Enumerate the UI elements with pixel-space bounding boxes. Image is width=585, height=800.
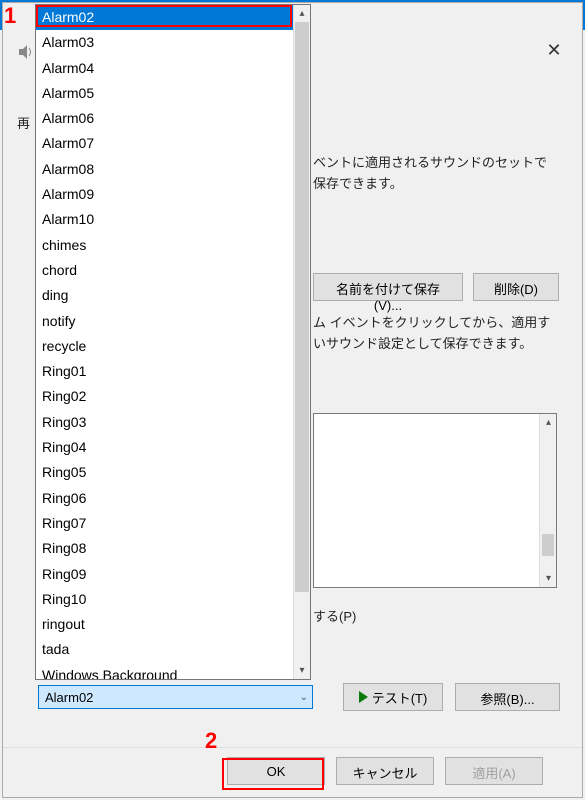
- test-button[interactable]: テスト(T): [343, 683, 443, 711]
- delete-button[interactable]: 削除(D): [473, 273, 559, 301]
- dropdown-item[interactable]: Alarm09: [36, 182, 293, 207]
- desc-line: いサウンド設定として保存できます。: [313, 336, 532, 351]
- scroll-up-icon[interactable]: ▴: [540, 414, 557, 431]
- dropdown-item[interactable]: ringout: [36, 612, 293, 637]
- listbox-scrollbar[interactable]: ▴ ▾: [539, 414, 556, 587]
- scroll-thumb[interactable]: [295, 22, 309, 592]
- dropdown-item[interactable]: Alarm02: [36, 5, 293, 30]
- sound-dropdown[interactable]: Alarm02Alarm03Alarm04Alarm05Alarm06Alarm…: [35, 4, 311, 680]
- sound-combobox[interactable]: Alarm02 ⌄: [38, 685, 313, 709]
- dropdown-item[interactable]: recycle: [36, 334, 293, 359]
- dropdown-item[interactable]: Alarm10: [36, 207, 293, 232]
- dropdown-item[interactable]: Ring05: [36, 460, 293, 485]
- desc-line: 保存できます。: [313, 176, 403, 191]
- desc-line: ム イベントをクリックしてから、適用す: [313, 315, 550, 330]
- play-icon: [359, 691, 368, 703]
- speaker-icon: [17, 43, 35, 61]
- desc-line: ベントに適用されるサウンドのセットで: [313, 155, 547, 170]
- scroll-thumb[interactable]: [542, 534, 554, 556]
- checkbox-label-fragment: する(P): [313, 606, 356, 625]
- dropdown-item[interactable]: Ring03: [36, 410, 293, 435]
- description-text-2: ム イベントをクリックしてから、適用す いサウンド設定として保存できます。: [313, 313, 557, 355]
- annotation-label-2: 2: [205, 728, 217, 754]
- dropdown-item[interactable]: Ring04: [36, 435, 293, 460]
- dropdown-item[interactable]: Ring06: [36, 486, 293, 511]
- dropdown-item[interactable]: chord: [36, 258, 293, 283]
- dropdown-item[interactable]: Alarm08: [36, 157, 293, 182]
- dropdown-item[interactable]: Ring07: [36, 511, 293, 536]
- dropdown-item[interactable]: chimes: [36, 233, 293, 258]
- test-label: テスト(T): [372, 688, 428, 707]
- dropdown-item[interactable]: Alarm05: [36, 81, 293, 106]
- dropdown-item[interactable]: Ring09: [36, 562, 293, 587]
- dropdown-item[interactable]: Ring08: [36, 536, 293, 561]
- dropdown-item[interactable]: ding: [36, 283, 293, 308]
- tab-label-fragment[interactable]: 再: [17, 113, 30, 132]
- ok-button[interactable]: OK: [227, 757, 325, 785]
- dropdown-item[interactable]: Alarm04: [36, 56, 293, 81]
- save-as-button[interactable]: 名前を付けて保存(V)...: [313, 273, 463, 301]
- annotation-label-1: 1: [4, 3, 16, 29]
- dropdown-item[interactable]: Alarm06: [36, 106, 293, 131]
- scroll-up-icon[interactable]: ▴: [294, 5, 310, 22]
- dropdown-item[interactable]: Ring10: [36, 587, 293, 612]
- dialog-button-bar: OK キャンセル 適用(A): [3, 747, 582, 797]
- dropdown-item[interactable]: notify: [36, 309, 293, 334]
- dropdown-item[interactable]: Alarm07: [36, 131, 293, 156]
- scroll-down-icon[interactable]: ▾: [294, 662, 310, 679]
- dropdown-item[interactable]: Ring02: [36, 384, 293, 409]
- description-text-1: ベントに適用されるサウンドのセットで 保存できます。: [313, 153, 557, 195]
- browse-button[interactable]: 参照(B)...: [455, 683, 560, 711]
- dropdown-item[interactable]: tada: [36, 637, 293, 662]
- apply-button[interactable]: 適用(A): [445, 757, 543, 785]
- chevron-down-icon: ⌄: [300, 692, 308, 703]
- dropdown-item[interactable]: Ring01: [36, 359, 293, 384]
- scroll-down-icon[interactable]: ▾: [540, 570, 557, 587]
- combo-value: Alarm02: [45, 690, 93, 705]
- dropdown-scrollbar[interactable]: ▴ ▾: [293, 5, 310, 679]
- cancel-button[interactable]: キャンセル: [336, 757, 434, 785]
- close-button[interactable]: ✕: [534, 35, 574, 65]
- dropdown-list[interactable]: Alarm02Alarm03Alarm04Alarm05Alarm06Alarm…: [36, 5, 293, 679]
- dropdown-item[interactable]: Alarm03: [36, 30, 293, 55]
- events-listbox[interactable]: ▴ ▾: [313, 413, 557, 588]
- dropdown-item[interactable]: Windows Background: [36, 663, 293, 679]
